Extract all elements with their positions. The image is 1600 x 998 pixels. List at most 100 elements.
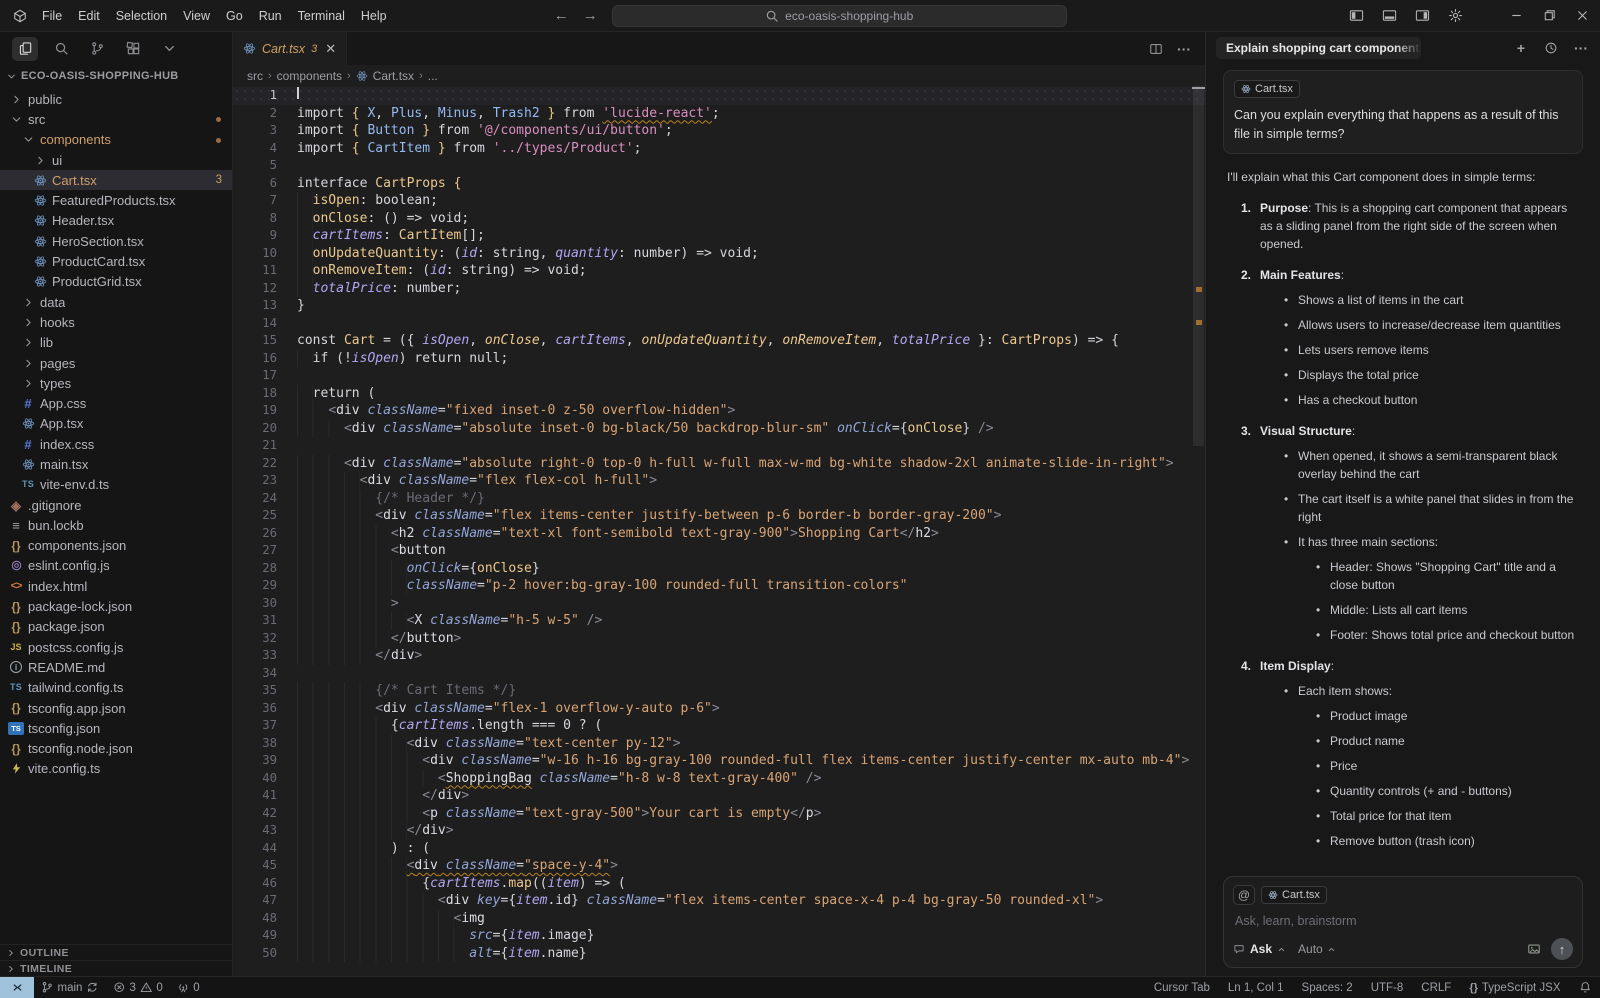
add-context-button[interactable]: @	[1233, 885, 1255, 905]
new-chat-icon[interactable]: +	[1514, 41, 1528, 55]
split-editor-icon[interactable]	[1149, 42, 1163, 56]
chat-input-box[interactable]: @ Cart.tsx Ask, learn, brainstorm Ask Au…	[1223, 876, 1583, 968]
search-view-button[interactable]	[48, 37, 74, 61]
tree-item-components-json[interactable]: {}components.json	[0, 536, 232, 556]
close-window-icon[interactable]	[1575, 8, 1590, 23]
tree-item-herosection-tsx[interactable]: HeroSection.tsx	[0, 231, 232, 251]
tree-item-postcss-config-js[interactable]: JSpostcss.config.js	[0, 637, 232, 657]
chat-tab-title[interactable]: Explain shopping cart component fun	[1216, 37, 1421, 59]
tab-cart-tsx[interactable]: Cart.tsx 3 ✕	[233, 32, 347, 65]
extensions-button[interactable]	[120, 37, 146, 61]
tree-item-productcard-tsx[interactable]: ProductCard.tsx	[0, 251, 232, 271]
history-icon[interactable]	[1544, 41, 1558, 55]
tree-item-components[interactable]: components	[0, 130, 232, 150]
chat-conversation[interactable]: Cart.tsx Can you explain everything that…	[1206, 64, 1600, 866]
ports-status[interactable]: 0	[170, 977, 207, 998]
chat-more-icon[interactable]: ···	[1574, 41, 1588, 55]
tab-close-icon[interactable]: ✕	[325, 41, 336, 57]
tree-item-vite-config-ts[interactable]: vite.config.ts	[0, 759, 232, 779]
tree-item-app-tsx[interactable]: App.tsx	[0, 414, 232, 434]
editor-scrollbar[interactable]	[1192, 32, 1205, 976]
menu-selection[interactable]: Selection	[108, 6, 175, 26]
eol-status[interactable]: CRLF	[1412, 982, 1460, 994]
code-editor[interactable]: 12import { X, Plus, Minus, Trash2 } from…	[233, 87, 1205, 976]
breadcrumb-symbol[interactable]: ...	[428, 69, 438, 83]
indentation-status[interactable]: Spaces: 2	[1293, 982, 1362, 994]
tree-item-tsconfig-node-json[interactable]: {}tsconfig.node.json	[0, 739, 232, 759]
nav-back-icon[interactable]: ←	[554, 7, 569, 24]
tree-item-header-tsx[interactable]: Header.tsx	[0, 211, 232, 231]
tree-item-featuredproducts-tsx[interactable]: FeaturedProducts.tsx	[0, 190, 232, 210]
tree-item-tailwind-config-ts[interactable]: TStailwind.config.ts	[0, 678, 232, 698]
nav-forward-icon[interactable]: →	[583, 7, 598, 24]
model-selector-button[interactable]: Auto	[1298, 942, 1336, 956]
breadcrumb-file[interactable]: Cart.tsx	[373, 69, 414, 83]
problems-status[interactable]: 3 0	[106, 977, 170, 998]
menu-terminal[interactable]: Terminal	[290, 6, 353, 26]
menu-edit[interactable]: Edit	[70, 6, 108, 26]
send-button[interactable]: ↑	[1551, 938, 1573, 960]
tree-item-tsconfig-json[interactable]: TStsconfig.json	[0, 718, 232, 738]
tree-item-ui[interactable]: ui	[0, 150, 232, 170]
context-file-chip[interactable]: Cart.tsx	[1261, 886, 1327, 904]
tree-item-tsconfig-app-json[interactable]: {}tsconfig.app.json	[0, 698, 232, 718]
tree-item-types[interactable]: types	[0, 373, 232, 393]
tree-item-productgrid-tsx[interactable]: ProductGrid.tsx	[0, 272, 232, 292]
command-search[interactable]: eco-oasis-shopping-hub	[612, 5, 1067, 27]
tree-item-lib[interactable]: lib	[0, 333, 232, 353]
tree-item-src[interactable]: src	[0, 109, 232, 129]
tree-item-app-css[interactable]: #App.css	[0, 393, 232, 413]
cursor-tab-status[interactable]: Cursor Tab	[1145, 982, 1219, 994]
layout-panel-bottom-icon[interactable]	[1382, 8, 1397, 23]
language-mode-status[interactable]: {}TypeScript JSX	[1460, 982, 1569, 994]
restore-icon[interactable]	[1542, 8, 1557, 23]
tree-item-package-json[interactable]: {}package.json	[0, 617, 232, 637]
tree-item-readme-md[interactable]: iREADME.md	[0, 657, 232, 677]
chat-input-placeholder[interactable]: Ask, learn, brainstorm	[1235, 914, 1571, 928]
mode-selector-button[interactable]: Ask	[1233, 942, 1286, 956]
tree-item--gitignore[interactable]: ◈.gitignore	[0, 495, 232, 515]
attach-image-icon[interactable]	[1527, 942, 1541, 956]
explorer-view-button[interactable]	[12, 37, 38, 61]
menu-help[interactable]: Help	[353, 6, 395, 26]
settings-gear-icon[interactable]	[1448, 8, 1463, 23]
git-branch-status[interactable]: main	[34, 977, 106, 998]
tree-item-data[interactable]: data	[0, 292, 232, 312]
tree-item-bun-lockb[interactable]: ≡bun.lockb	[0, 515, 232, 535]
breadcrumb-components[interactable]: components	[277, 69, 342, 83]
tree-item-index-css[interactable]: #index.css	[0, 434, 232, 454]
breadcrumb-separator: ›	[419, 70, 423, 82]
views-dropdown-button[interactable]	[156, 37, 182, 61]
tree-item-package-lock-json[interactable]: {}package-lock.json	[0, 596, 232, 616]
code-line: 34	[233, 665, 1205, 683]
code-line: 7 isOpen: boolean;	[233, 192, 1205, 210]
file-reference-chip[interactable]: Cart.tsx	[1234, 80, 1300, 98]
chat-list-item: Total price for that item	[1330, 807, 1583, 825]
timeline-section[interactable]: TIMELINE	[0, 960, 232, 976]
menu-view[interactable]: View	[175, 6, 218, 26]
breadcrumb-src[interactable]: src	[247, 69, 263, 83]
tree-item-pages[interactable]: pages	[0, 353, 232, 373]
minimize-icon[interactable]	[1509, 8, 1524, 23]
tree-item-eslint-config-js[interactable]: eslint.config.js	[0, 556, 232, 576]
tree-item-main-tsx[interactable]: main.tsx	[0, 454, 232, 474]
notifications-status[interactable]	[1570, 981, 1600, 994]
menu-file[interactable]: File	[34, 6, 70, 26]
tree-item-hooks[interactable]: hooks	[0, 312, 232, 332]
layout-sidebar-left-icon[interactable]	[1349, 8, 1364, 23]
outline-section[interactable]: OUTLINE	[0, 944, 232, 960]
project-root[interactable]: ECO-OASIS-SHOPPING-HUB	[0, 65, 232, 87]
tree-item-cart-tsx[interactable]: Cart.tsx3	[0, 170, 232, 190]
more-actions-icon[interactable]: ···	[1177, 42, 1191, 56]
tree-item-public[interactable]: public	[0, 89, 232, 109]
cursor-position-status[interactable]: Ln 1, Col 1	[1219, 982, 1293, 994]
source-control-button[interactable]	[84, 37, 110, 61]
scrollbar-thumb[interactable]	[1193, 86, 1204, 446]
layout-sidebar-right-icon[interactable]	[1415, 8, 1430, 23]
encoding-status[interactable]: UTF-8	[1362, 982, 1413, 994]
menu-go[interactable]: Go	[218, 6, 251, 26]
menu-run[interactable]: Run	[251, 6, 290, 26]
tree-item-vite-env-d-ts[interactable]: TSvite-env.d.ts	[0, 475, 232, 495]
remote-indicator[interactable]	[0, 977, 34, 998]
tree-item-index-html[interactable]: <>index.html	[0, 576, 232, 596]
